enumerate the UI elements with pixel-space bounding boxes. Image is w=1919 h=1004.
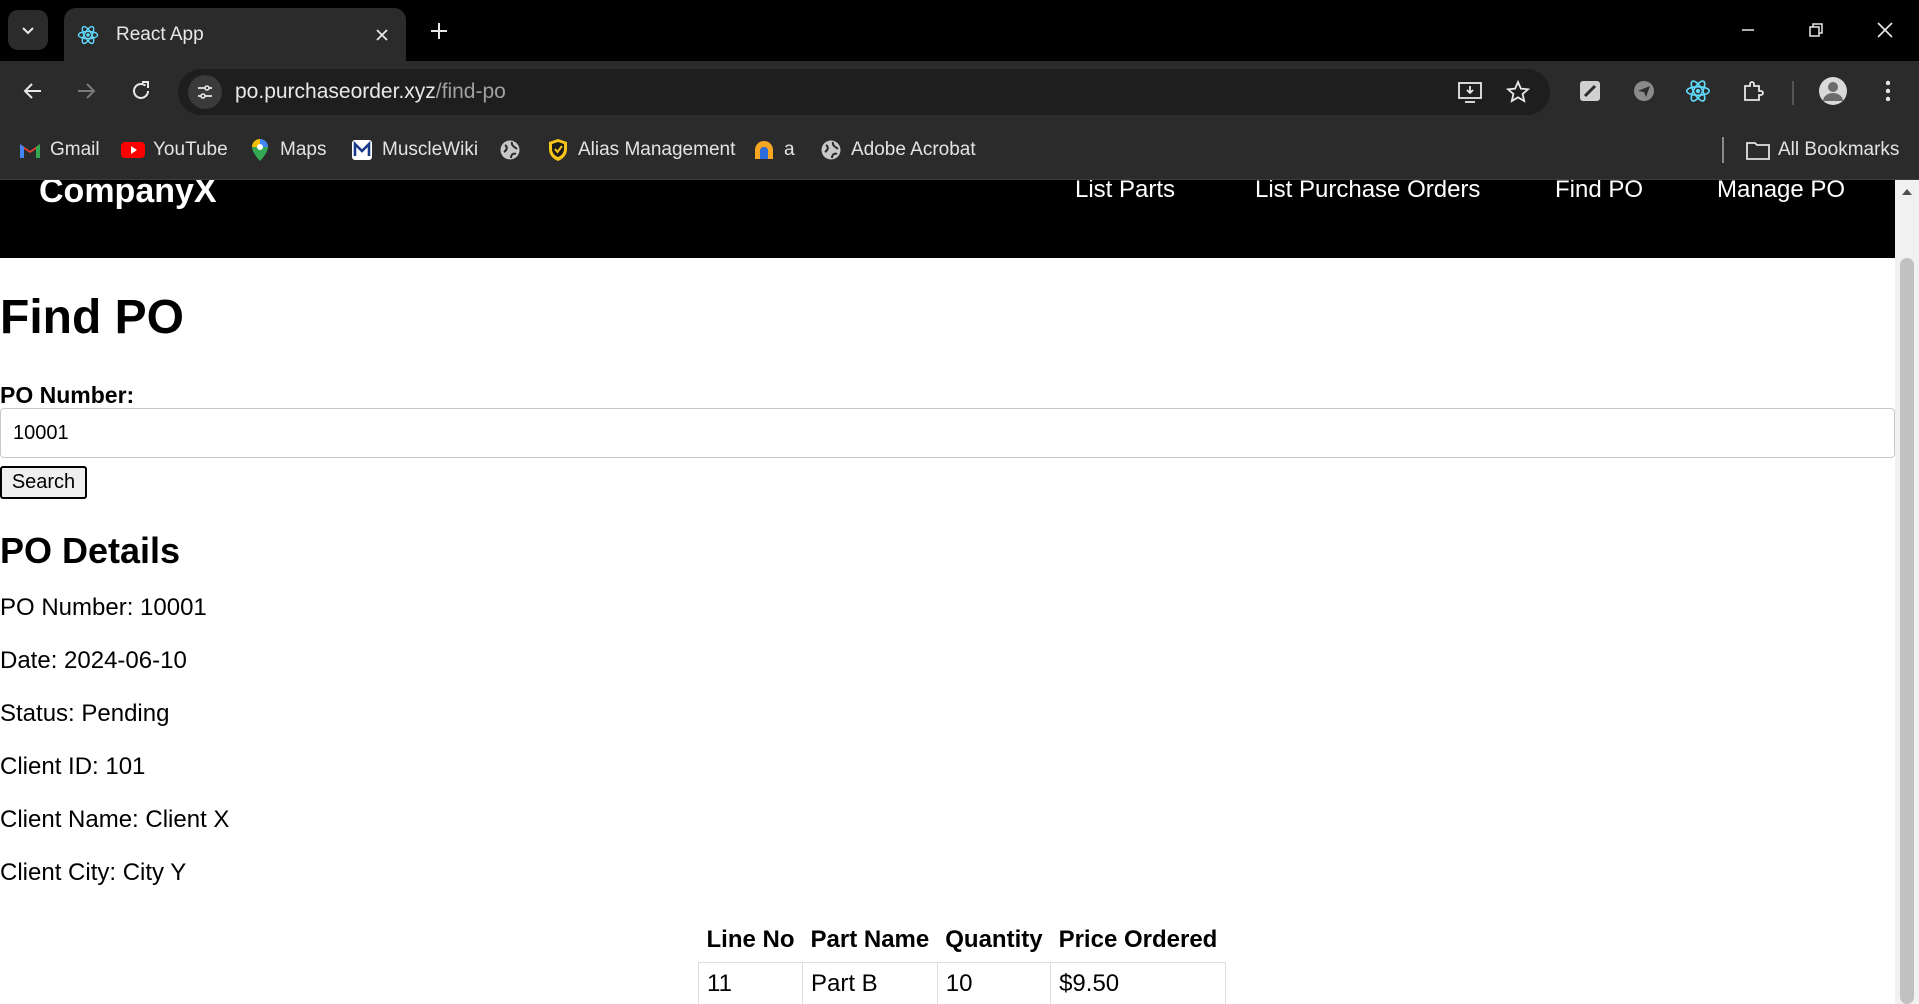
cell-part-name: Part B <box>802 961 938 1004</box>
bookmark-alias-management[interactable]: Alias Management <box>546 135 735 165</box>
minimize-icon <box>1742 29 1754 31</box>
address-bar[interactable]: po.purchaseorder.xyz/find-po <box>178 69 1550 115</box>
table-row: 11 Part B 10 $9.50 <box>698 961 1226 1004</box>
avatar[interactable] <box>1817 75 1849 107</box>
search-button[interactable]: Search <box>0 466 87 499</box>
shield-icon <box>546 138 570 162</box>
po-number-label: PO Number: <box>0 382 135 408</box>
bookmark-musclewiki[interactable]: MuscleWiki <box>350 135 478 165</box>
globe-icon <box>498 138 522 162</box>
detail-client-city: Client City: City Y <box>0 859 187 886</box>
bookmark-label: Maps <box>280 139 327 160</box>
detail-client-id: Client ID: 101 <box>0 753 146 780</box>
table-header-row: Line No Part Name Quantity Price Ordered <box>699 918 1226 962</box>
bookmark-maps[interactable]: Maps <box>248 135 326 165</box>
new-tab-button[interactable] <box>422 14 456 48</box>
chevron-down-icon <box>22 27 34 35</box>
column-header-quantity: Quantity <box>945 925 1043 953</box>
page-title: Find PO <box>0 291 184 344</box>
extension-notes-icon[interactable] <box>1574 75 1606 107</box>
restore-button[interactable] <box>1788 8 1844 52</box>
plus-icon <box>431 23 447 39</box>
all-bookmarks-label: All Bookmarks <box>1778 139 1900 160</box>
app-navbar: CompanyX List Parts List Purchase Orders… <box>0 180 1895 258</box>
arch-icon <box>752 138 776 162</box>
page-scrollbar[interactable] <box>1895 180 1919 1004</box>
tab-search-button[interactable] <box>8 10 48 50</box>
maps-icon <box>248 138 272 162</box>
url-path: /find-po <box>435 80 506 103</box>
arrow-right-icon <box>78 83 96 99</box>
browser-tab[interactable]: React App <box>64 8 406 61</box>
page-viewport: CompanyX List Parts List Purchase Orders… <box>0 180 1919 1004</box>
forward-button[interactable] <box>66 71 106 111</box>
brand-logo[interactable]: CompanyX <box>39 180 217 211</box>
column-header-part-name: Part Name <box>810 925 930 953</box>
extension-send-icon[interactable] <box>1628 75 1660 107</box>
bookmark-label: YouTube <box>153 139 228 160</box>
tab-strip: React App <box>0 0 1919 61</box>
bookmark-a[interactable]: a <box>752 135 795 165</box>
gmail-icon <box>18 138 42 162</box>
po-lines-table: Line No Part Name Quantity Price Ordered… <box>698 918 1226 1004</box>
nav-manage-po[interactable]: Manage PO <box>1717 180 1845 204</box>
react-devtools-icon[interactable] <box>1682 75 1714 107</box>
all-bookmarks-button[interactable]: All Bookmarks <box>1746 135 1899 165</box>
nav-list-parts[interactable]: List Parts <box>1075 180 1175 204</box>
bookmark-star-icon[interactable] <box>1503 77 1533 107</box>
folder-icon <box>1746 138 1770 162</box>
cell-quantity: 10 <box>936 961 1052 1004</box>
bookmark-label: Adobe Acrobat <box>851 139 976 160</box>
musclewiki-icon <box>350 138 374 162</box>
bookmark-label: Gmail <box>50 139 100 160</box>
detail-client-name: Client Name: Client X <box>0 806 230 833</box>
close-window-button[interactable] <box>1857 8 1913 52</box>
bookmark-label: Alias Management <box>578 139 736 160</box>
minimize-button[interactable] <box>1720 8 1776 52</box>
bookmarks-bar: Gmail YouTube Maps MuscleWiki Alias Mana… <box>0 121 1919 180</box>
arrow-left-icon <box>23 83 41 99</box>
nav-find-po[interactable]: Find PO <box>1555 180 1643 204</box>
tab-title: React App <box>116 23 204 45</box>
reload-icon <box>133 81 149 99</box>
bookmark-gmail[interactable]: Gmail <box>18 135 100 165</box>
detail-status: Status: Pending <box>0 700 170 727</box>
browser-toolbar: po.purchaseorder.xyz/find-po <box>0 61 1919 121</box>
scroll-up-arrow-icon[interactable] <box>1895 180 1919 204</box>
install-app-icon[interactable] <box>1455 77 1485 107</box>
bookmark-label: a <box>784 139 795 160</box>
globe-icon <box>819 138 843 162</box>
scrollbar-thumb[interactable] <box>1900 258 1914 1004</box>
nav-list-purchase-orders[interactable]: List Purchase Orders <box>1255 180 1480 204</box>
close-icon[interactable] <box>368 21 396 49</box>
po-details-heading: PO Details <box>0 530 181 571</box>
more-menu-icon[interactable] <box>1872 75 1904 107</box>
restore-icon <box>1809 23 1823 37</box>
url-text[interactable]: po.purchaseorder.xyz/find-po <box>235 80 506 104</box>
youtube-icon <box>121 138 145 162</box>
back-button[interactable] <box>13 71 53 111</box>
bookmark-youtube[interactable]: YouTube <box>121 135 228 165</box>
toolbar-divider <box>1792 81 1794 105</box>
cell-line-no: 11 <box>698 961 803 1004</box>
column-header-price-ordered: Price Ordered <box>1058 925 1218 953</box>
bookmark-label: MuscleWiki <box>382 139 479 160</box>
url-host: po.purchaseorder.xyz <box>235 80 436 103</box>
cell-price-ordered: $9.50 <box>1050 961 1226 1004</box>
bookmarks-divider <box>1722 137 1724 163</box>
reload-button[interactable] <box>121 71 161 111</box>
react-icon <box>76 23 100 47</box>
detail-po-number: PO Number: 10001 <box>0 594 207 621</box>
column-header-line-no: Line No <box>706 925 795 953</box>
site-info-icon[interactable] <box>188 75 222 109</box>
po-number-input[interactable] <box>0 408 1895 458</box>
extensions-puzzle-icon[interactable] <box>1737 75 1769 107</box>
bookmark-globe[interactable] <box>498 135 530 165</box>
bookmark-adobe-acrobat[interactable]: Adobe Acrobat <box>819 135 976 165</box>
close-icon <box>1877 22 1893 38</box>
detail-date: Date: 2024-06-10 <box>0 647 187 674</box>
